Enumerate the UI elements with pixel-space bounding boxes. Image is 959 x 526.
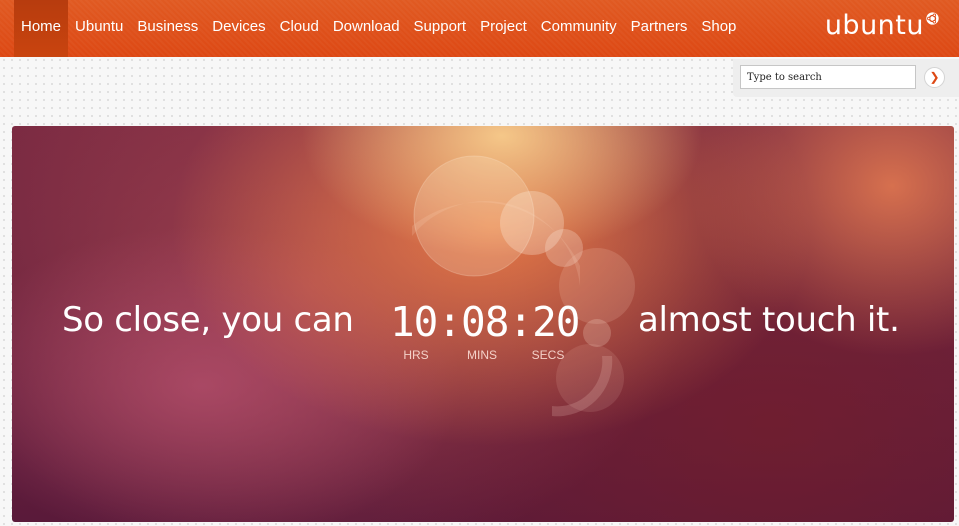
chevron-right-icon: ❯ bbox=[929, 70, 940, 84]
hero-headline-left: So close, you can bbox=[62, 300, 354, 340]
nav-item-partners[interactable]: Partners bbox=[624, 0, 695, 57]
nav-item-cloud[interactable]: Cloud bbox=[273, 0, 326, 57]
nav-item-support[interactable]: Support bbox=[407, 0, 474, 57]
nav-item-community[interactable]: Community bbox=[534, 0, 624, 57]
search-input[interactable] bbox=[740, 65, 916, 89]
nav-item-download[interactable]: Download bbox=[326, 0, 407, 57]
nav-item-business[interactable]: Business bbox=[130, 0, 205, 57]
nav-item-project[interactable]: Project bbox=[473, 0, 534, 57]
nav-item-ubuntu[interactable]: Ubuntu bbox=[68, 0, 130, 57]
nav-item-shop[interactable]: Shop bbox=[694, 0, 743, 57]
countdown-digits: 10:08:20 bbox=[390, 298, 580, 346]
hero-headline-right: almost touch it. bbox=[638, 300, 900, 340]
minutes-label: MINS bbox=[467, 348, 497, 362]
countdown-hero: So close, you can 10:08:20 HRS MINS SECS… bbox=[12, 126, 954, 522]
logo-wordmark: ubuntu bbox=[824, 10, 924, 41]
hours-label: HRS bbox=[403, 348, 429, 362]
top-navbar: Home Ubuntu Business Devices Cloud Downl… bbox=[0, 0, 959, 57]
nav-item-home[interactable]: Home bbox=[14, 0, 69, 57]
search-submit-button[interactable]: ❯ bbox=[924, 67, 945, 88]
ubuntu-logo[interactable]: ubuntu bbox=[825, 6, 939, 46]
search-box: ❯ bbox=[733, 59, 959, 97]
nav-item-devices[interactable]: Devices bbox=[205, 0, 272, 57]
main-nav: Home Ubuntu Business Devices Cloud Downl… bbox=[14, 0, 743, 57]
circle-of-friends-icon bbox=[926, 12, 939, 25]
seconds-label: SECS bbox=[531, 348, 565, 362]
countdown-timer: 10:08:20 HRS MINS SECS bbox=[390, 296, 580, 364]
countdown-labels: HRS MINS SECS bbox=[390, 348, 576, 364]
